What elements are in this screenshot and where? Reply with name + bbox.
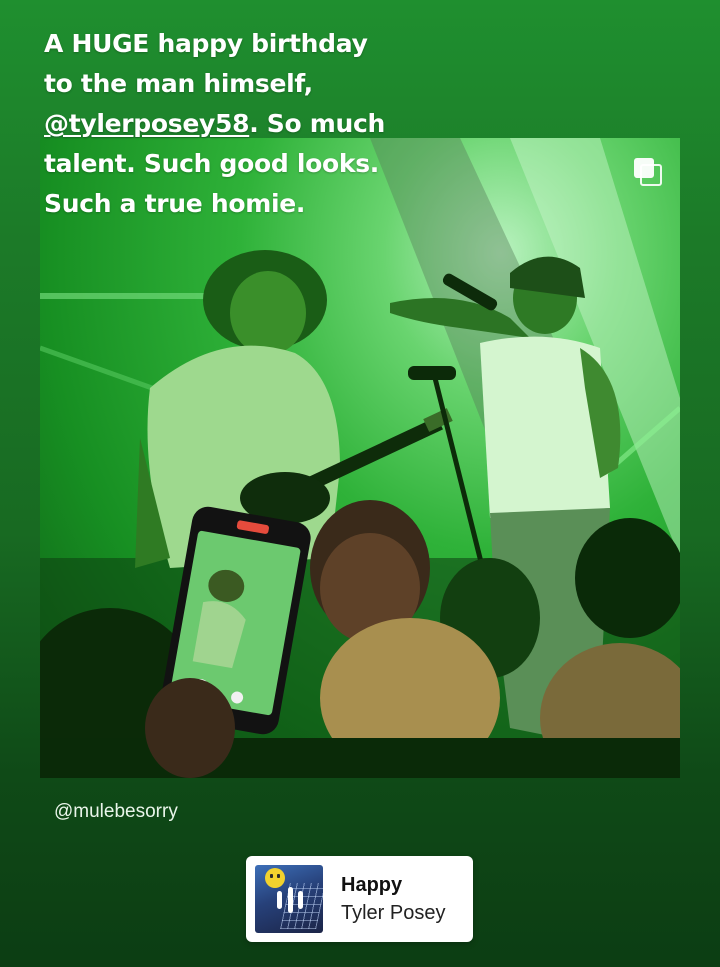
- user-mention-link[interactable]: @tylerposey58: [44, 109, 250, 138]
- caption-line: talent. Such good looks.: [44, 149, 379, 178]
- album-art-with-playing-bars-icon: [255, 865, 323, 933]
- concert-scene: [40, 138, 680, 778]
- music-sticker[interactable]: Happy Tyler Posey: [246, 856, 473, 942]
- caption-text: . So much: [249, 109, 386, 138]
- caption-line: Such a true homie.: [44, 189, 306, 218]
- story-caption: A HUGE happy birthday to the man himself…: [44, 24, 444, 224]
- song-artist: Tyler Posey: [341, 902, 446, 924]
- song-info: Happy Tyler Posey: [341, 871, 445, 927]
- post-author-handle[interactable]: @mulebesorry: [54, 801, 178, 823]
- song-title: Happy: [341, 874, 403, 896]
- concert-photo[interactable]: [40, 138, 680, 778]
- multiple-photos-icon[interactable]: [634, 158, 662, 186]
- caption-line: A HUGE happy birthday: [44, 29, 368, 58]
- caption-line: to the man himself,: [44, 69, 313, 98]
- caption-line: @tylerposey58. So much: [44, 104, 444, 144]
